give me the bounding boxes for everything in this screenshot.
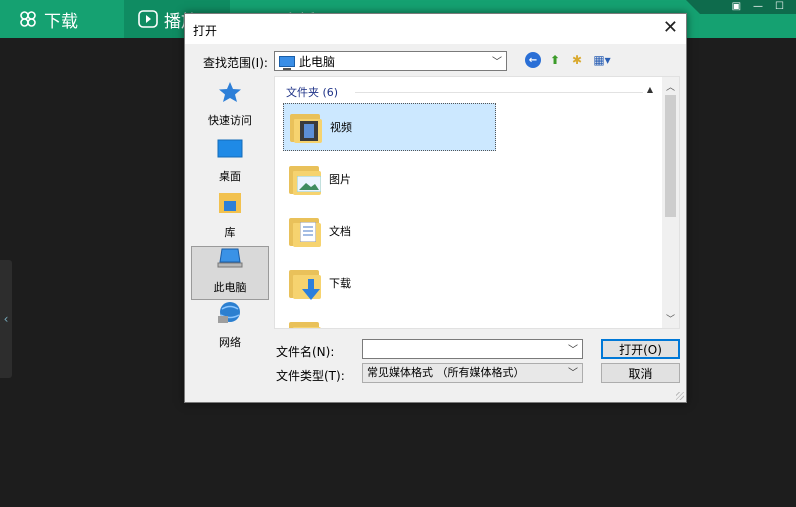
cancel-button[interactable]: 取消: [601, 363, 680, 383]
file-type-value: 常见媒体格式 （所有媒体格式）: [367, 366, 525, 379]
item-label: 下载: [329, 277, 351, 290]
network-icon: [217, 301, 243, 328]
new-folder-icon[interactable]: ✱: [569, 52, 585, 68]
music-folder-icon: [289, 318, 323, 328]
item-label: 文档: [329, 225, 351, 238]
collapse-handle[interactable]: ‹: [0, 260, 12, 378]
scroll-thumb[interactable]: [665, 95, 676, 217]
restore-icon[interactable]: ▣: [732, 2, 741, 12]
computer-icon: [216, 248, 244, 273]
dialog-title: 打开: [193, 24, 218, 38]
place-label: 网络: [219, 336, 241, 349]
maximize-icon[interactable]: ☐: [775, 2, 784, 12]
video-folder-icon: [290, 110, 324, 144]
scroll-up-icon[interactable]: ︿: [666, 80, 675, 93]
place-network[interactable]: 网络: [191, 300, 269, 354]
downloads-folder-icon: [289, 266, 323, 300]
close-icon[interactable]: ✕: [663, 18, 678, 38]
resize-grip[interactable]: [676, 392, 684, 400]
file-list-scrollbar[interactable]: ︿ ﹀: [662, 77, 679, 328]
minimize-icon[interactable]: —: [753, 2, 763, 12]
file-name-input[interactable]: ﹀: [362, 339, 583, 359]
chevron-down-icon[interactable]: ﹀: [568, 341, 578, 356]
item-label: 音乐: [329, 327, 351, 328]
look-in-label: 查找范围(I):: [203, 56, 268, 70]
open-button[interactable]: 打开(O): [601, 339, 680, 359]
place-this-pc[interactable]: 此电脑: [191, 246, 269, 300]
list-item-music[interactable]: 音乐: [283, 311, 496, 328]
view-menu-icon[interactable]: ▦▾: [591, 52, 613, 68]
file-name-label: 文件名(N):: [276, 345, 335, 359]
look-in-select[interactable]: 此电脑 ﹀: [274, 51, 507, 71]
places-bar: 快速访问 桌面 库 此电脑 网络: [191, 76, 271, 349]
chevron-down-icon: ﹀: [568, 368, 578, 379]
computer-icon: [279, 55, 295, 70]
place-quick-access[interactable]: 快速访问: [191, 78, 269, 132]
play-circle-icon: [138, 10, 158, 28]
list-item-pictures[interactable]: 图片: [283, 155, 496, 203]
place-label: 桌面: [219, 170, 241, 183]
list-item-downloads[interactable]: 下载: [283, 259, 496, 307]
group-header[interactable]: 文件夹 (6): [286, 84, 338, 100]
back-icon[interactable]: ←: [525, 52, 541, 68]
file-list: 文件夹 (6) ▲ 视频 图片 文档 下载 ︿ ﹀: [274, 76, 680, 329]
dialog-toolbar: ← ⬆ ✱ ▦▾: [525, 52, 613, 68]
place-label: 此电脑: [213, 281, 247, 294]
item-label: 图片: [329, 173, 351, 186]
group-divider: [355, 92, 643, 93]
star-icon: [218, 81, 242, 106]
chevron-down-icon: ﹀: [492, 57, 502, 68]
place-library[interactable]: 库: [191, 190, 269, 244]
place-label: 快速访问: [208, 114, 252, 127]
clover-icon: [18, 9, 38, 29]
file-type-select[interactable]: 常见媒体格式 （所有媒体格式） ﹀: [362, 363, 583, 383]
desktop-icon: [217, 139, 243, 162]
place-desktop[interactable]: 桌面: [191, 134, 269, 188]
window-controls: ▣ — ☐: [686, 0, 796, 14]
tab-download-label: 下载: [44, 11, 78, 32]
list-item-videos[interactable]: 视频: [283, 103, 496, 151]
chevron-left-icon: ‹: [3, 312, 9, 326]
library-icon: [218, 191, 242, 218]
documents-folder-icon: [289, 214, 323, 248]
item-label: 视频: [330, 121, 352, 134]
open-file-dialog: 打开 ✕ 查找范围(I): 此电脑 ﹀ ← ⬆ ✱ ▦▾ 快速访问 桌面 库 此…: [184, 13, 687, 403]
dialog-titlebar: 打开 ✕: [185, 14, 686, 44]
look-in-value: 此电脑: [299, 54, 336, 69]
scroll-down-icon[interactable]: ﹀: [666, 312, 675, 325]
file-type-label: 文件类型(T):: [276, 369, 345, 383]
up-folder-icon[interactable]: ⬆: [547, 52, 563, 68]
tab-download[interactable]: 下载: [18, 0, 78, 38]
place-label: 库: [224, 226, 236, 239]
pictures-folder-icon: [289, 162, 323, 196]
chevron-up-icon[interactable]: ▲: [647, 85, 653, 94]
list-item-documents[interactable]: 文档: [283, 207, 496, 255]
